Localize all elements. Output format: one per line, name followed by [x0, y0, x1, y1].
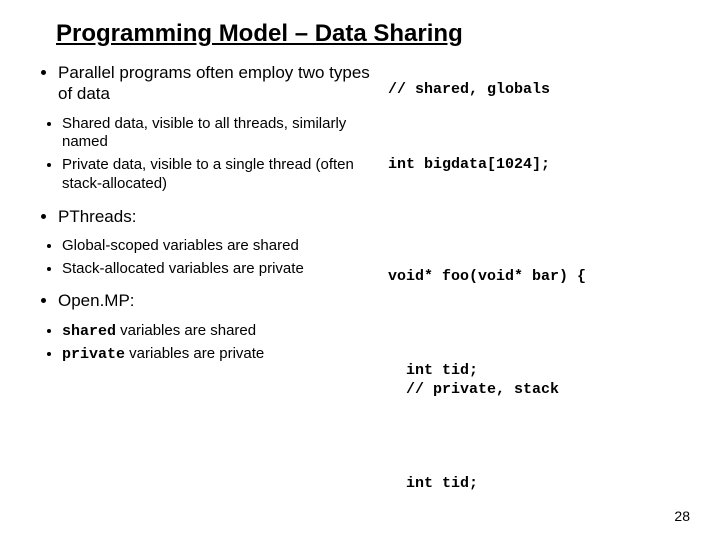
code-l4-overlay: // private, stack: [388, 381, 559, 400]
bullet-1: Parallel programs often employ two types…: [58, 62, 380, 105]
bullet-3-sub-2-text: variables are private: [125, 345, 264, 362]
bullet-2: PThreads:: [58, 206, 380, 227]
slide-title: Programming Model – Data Sharing: [56, 20, 680, 48]
code-keyword-private: private: [62, 346, 125, 363]
bullet-3-sub-1-text: variables are shared: [116, 322, 256, 339]
code-l4-base: int tid;: [388, 362, 478, 381]
bullet-2-sub-1: Global-scoped variables are shared: [62, 237, 380, 256]
bullet-1-sub-2: Private data, visible to a single thread…: [62, 156, 380, 194]
bullet-3-sub-1: shared variables are shared: [62, 322, 380, 342]
code-l1: // shared, globals: [388, 81, 680, 100]
code-block: // shared, globals int bigdata[1024]; vo…: [380, 62, 680, 540]
left-column: Parallel programs often employ two types…: [40, 62, 380, 540]
code-l3: void* foo(void* bar) {: [388, 268, 680, 287]
bullet-3-sub-2: private variables are private: [62, 345, 380, 365]
code-keyword-shared: shared: [62, 323, 116, 340]
bullet-2-sub-2: Stack-allocated variables are private: [62, 260, 380, 279]
bullet-1-sub-1: Shared data, visible to all threads, sim…: [62, 115, 380, 153]
bullet-3: Open.MP:: [58, 290, 380, 311]
code-l5: int tid;: [388, 475, 680, 494]
code-l2: int bigdata[1024];: [388, 156, 680, 175]
page-number: 28: [674, 508, 690, 524]
